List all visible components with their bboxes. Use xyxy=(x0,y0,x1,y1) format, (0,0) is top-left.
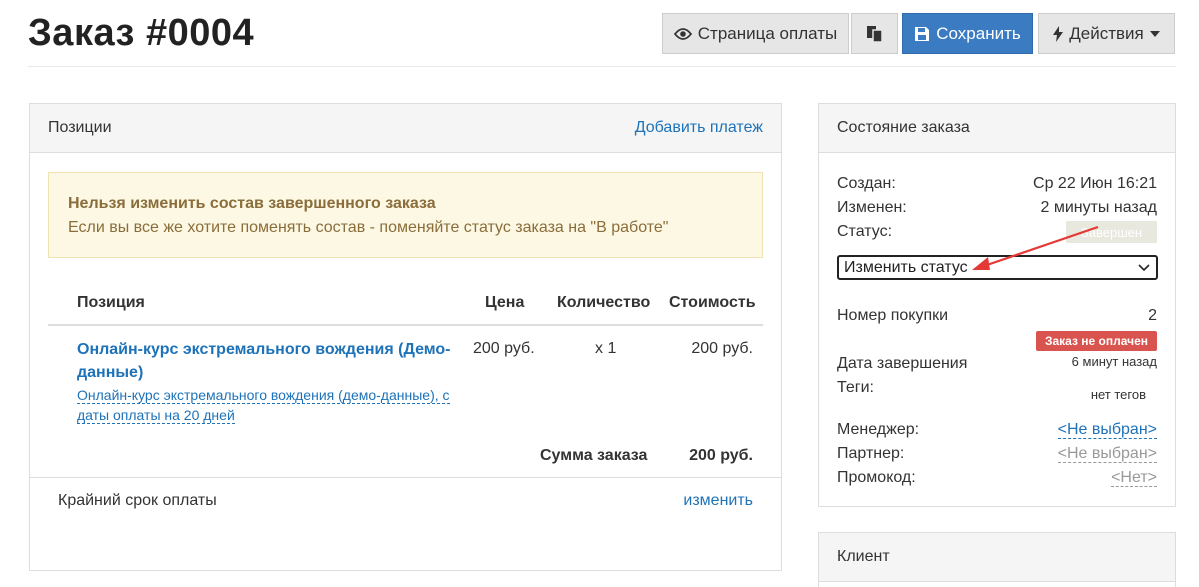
copy-button[interactable] xyxy=(851,13,898,54)
item-price: 200 руб. xyxy=(473,340,535,357)
save-label: Сохранить xyxy=(936,23,1021,43)
items-panel-title: Позиции xyxy=(48,119,112,136)
partner-select-link[interactable]: <Не выбран> xyxy=(1057,445,1157,463)
table-header-divider xyxy=(48,324,763,326)
tags-label: Теги: xyxy=(837,379,874,396)
item-quantity: x 1 xyxy=(595,340,617,357)
status-panel-title: Состояние заказа xyxy=(837,119,970,136)
order-sum-label: Сумма заказа xyxy=(540,447,648,464)
item-description-text: Онлайн-курс экстремального вождения (дем… xyxy=(77,387,450,424)
item-cost: 200 руб. xyxy=(691,340,753,357)
manager-select-link[interactable]: <Не выбран> xyxy=(1057,421,1157,439)
actions-label: Действия xyxy=(1069,23,1144,43)
page-title: Заказ #0004 xyxy=(28,12,255,54)
items-panel-header: Позиции Добавить платеж xyxy=(30,104,781,153)
column-header-price: Цена xyxy=(485,294,525,311)
status-badge: Завершен xyxy=(1066,221,1157,243)
changed-value: 2 минуты назад xyxy=(1040,199,1157,216)
completion-date-value: 6 минут назад xyxy=(1071,354,1157,369)
promo-value: <Нет> xyxy=(1111,469,1157,487)
purchase-number-value: 2 xyxy=(1148,307,1157,324)
caret-down-icon xyxy=(1149,30,1160,37)
created-label: Создан: xyxy=(837,175,896,192)
purchase-number-label: Номер покупки xyxy=(837,307,949,324)
warning-alert: Нельзя изменить состав завершенного зака… xyxy=(48,172,763,258)
promo-select-link[interactable]: <Нет> xyxy=(1111,469,1157,487)
add-payment-link[interactable]: Добавить платеж xyxy=(635,119,763,137)
eye-icon xyxy=(673,27,692,41)
column-header-cost: Стоимость xyxy=(669,294,756,311)
column-header-item: Позиция xyxy=(77,294,145,311)
order-sum-value: 200 руб. xyxy=(689,447,753,464)
unpaid-badge: Заказ не оплачен xyxy=(1036,331,1157,351)
column-header-quantity: Количество xyxy=(557,294,651,311)
item-name-link[interactable]: Онлайн-курс экстремального вождения (Дем… xyxy=(77,338,462,384)
changed-label: Изменен: xyxy=(837,199,907,216)
change-deadline-link[interactable]: изменить xyxy=(683,492,753,510)
payment-page-label: Страница оплаты xyxy=(697,23,838,43)
status-panel-header: Состояние заказа xyxy=(819,104,1175,153)
save-button[interactable]: Сохранить xyxy=(902,13,1033,54)
header-divider xyxy=(28,66,1176,67)
items-panel: Позиции Добавить платеж Нельзя изменить … xyxy=(29,103,782,571)
change-status-select[interactable]: Изменить статус xyxy=(837,255,1158,280)
chevron-down-icon xyxy=(1138,259,1150,277)
partner-value: <Не выбран> xyxy=(1057,445,1157,463)
client-panel: Клиент xyxy=(818,532,1176,587)
item-description-link[interactable]: Онлайн-курс экстремального вождения (дем… xyxy=(77,385,462,425)
payment-deadline-label: Крайний срок оплаты xyxy=(58,492,217,509)
alert-text: Если вы все же хотите поменять состав - … xyxy=(68,219,669,236)
manager-label: Менеджер: xyxy=(837,421,920,438)
promo-label: Промокод: xyxy=(837,469,916,486)
copy-icon xyxy=(866,25,884,43)
alert-title: Нельзя изменить состав завершенного зака… xyxy=(68,195,436,212)
bolt-icon xyxy=(1053,25,1064,42)
tags-value: нет тегов xyxy=(1090,387,1146,402)
order-status-panel: Состояние заказа Создан: Ср 22 Июн 16:21… xyxy=(818,103,1176,507)
completion-date-label: Дата завершения xyxy=(837,355,968,372)
sum-divider xyxy=(30,477,781,478)
status-label: Статус: xyxy=(837,223,893,240)
partner-label: Партнер: xyxy=(837,445,905,462)
created-value: Ср 22 Июн 16:21 xyxy=(1033,175,1157,192)
manager-value: <Не выбран> xyxy=(1057,421,1157,439)
floppy-icon xyxy=(914,26,930,42)
client-panel-title: Клиент xyxy=(837,548,890,565)
actions-dropdown-button[interactable]: Действия xyxy=(1038,13,1175,54)
payment-page-button[interactable]: Страница оплаты xyxy=(662,13,849,54)
client-panel-header: Клиент xyxy=(819,533,1175,582)
change-status-label: Изменить статус xyxy=(844,258,968,276)
